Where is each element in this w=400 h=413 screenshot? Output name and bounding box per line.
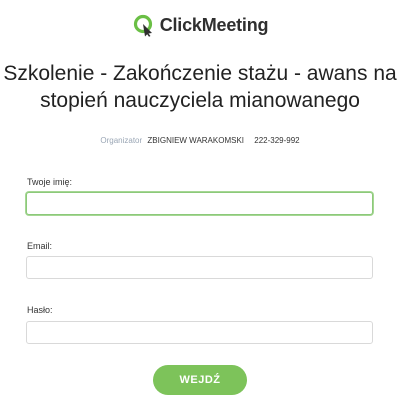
event-title: Szkolenie - Zakończenie stażu - awans na… [3,62,397,112]
enter-button[interactable]: WEJDŹ [153,365,247,395]
organizer-info: Organizator ZBIGNIEW WARAKOMSKI 222-329-… [0,136,400,145]
clickmeeting-logo-icon [133,14,152,37]
password-field-label: Hasło: [27,305,53,315]
brand-logo: ClickMeeting [0,13,400,37]
password-input[interactable] [26,321,373,344]
name-input[interactable] [26,192,373,215]
organizer-label: Organizator [100,136,143,145]
name-field-label: Twoje imię: [27,177,73,187]
organizer-phone: 222-329-992 [254,136,300,145]
brand-name: ClickMeeting [159,14,269,35]
login-page: ClickMeeting Szkolenie - Zakończenie sta… [0,0,400,413]
organizer-name: ZBIGNIEW WARAKOMSKI [147,136,245,145]
email-field-label: Email: [27,241,53,251]
email-input[interactable] [26,256,373,279]
